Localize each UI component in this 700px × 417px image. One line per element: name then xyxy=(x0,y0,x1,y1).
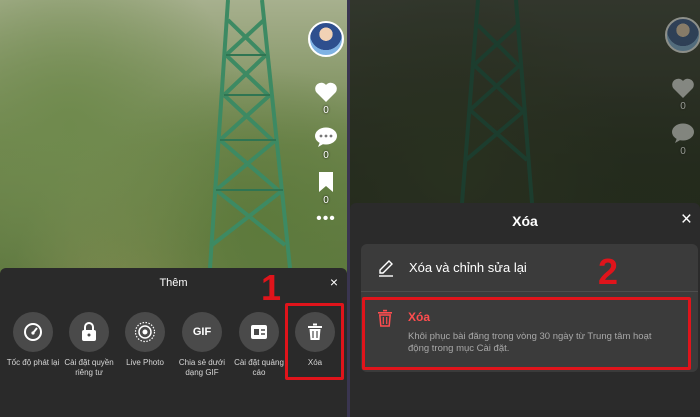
heart-icon xyxy=(672,78,694,98)
avatar[interactable] xyxy=(308,21,344,57)
option-label: Cài đặt quyền riêng tư xyxy=(64,358,114,377)
option-label: Chia sẻ dưới dạng GIF xyxy=(178,358,226,377)
sheet-title: Xóa xyxy=(512,213,538,229)
comment-icon xyxy=(315,127,337,147)
right-screen: 0 0 Xóa × Xóa và chỉnh sửa lại Xóa Khôi … xyxy=(350,0,700,417)
tower-image xyxy=(208,0,292,268)
side-action-bar: 0 0 0 ••• xyxy=(306,21,346,228)
comment-count: 0 xyxy=(323,150,329,161)
option-share-gif[interactable]: GIF Chia sẻ dưới dạng GIF xyxy=(174,312,230,378)
delete-and-edit-option[interactable]: Xóa và chỉnh sửa lại xyxy=(361,244,698,292)
option-privacy-settings[interactable]: Cài đặt quyền riêng tư xyxy=(61,312,117,378)
side-action-bar: 0 0 xyxy=(663,17,700,157)
close-icon[interactable]: × xyxy=(330,274,338,290)
step-number-1: 1 xyxy=(261,267,282,308)
option-label: Cài đặt quảng cáo xyxy=(234,358,284,377)
sheet-title: Thêm xyxy=(159,277,188,289)
comment-icon xyxy=(672,123,694,143)
delete-and-edit-label: Xóa và chỉnh sửa lại xyxy=(409,260,527,275)
save-button[interactable]: 0 xyxy=(317,171,335,206)
like-count: 0 xyxy=(323,105,329,116)
like-button[interactable]: 0 xyxy=(671,77,695,112)
live-photo-icon xyxy=(125,312,165,352)
left-screen: 0 0 0 ••• Thêm × Tốc độ phát lại Cài đặt… xyxy=(0,0,347,417)
highlight-delete-option xyxy=(285,303,344,380)
option-label: Tốc độ phát lại xyxy=(6,358,60,367)
option-playback-speed[interactable]: Tốc độ phát lại xyxy=(5,312,61,368)
gif-icon: GIF xyxy=(182,312,222,352)
ad-settings-icon xyxy=(239,312,279,352)
like-button[interactable]: 0 xyxy=(314,81,338,116)
bookmark-icon xyxy=(319,172,333,192)
more-icon[interactable]: ••• xyxy=(316,210,336,228)
comment-count: 0 xyxy=(680,146,686,157)
highlight-delete-option xyxy=(362,297,691,370)
heart-icon xyxy=(315,82,337,102)
lock-icon xyxy=(69,312,109,352)
close-icon[interactable]: × xyxy=(681,209,692,231)
step-number-2: 2 xyxy=(598,251,619,292)
avatar[interactable] xyxy=(665,17,700,53)
option-live-photo[interactable]: Live Photo xyxy=(117,312,173,368)
comment-button[interactable]: 0 xyxy=(671,122,695,157)
option-label: Live Photo xyxy=(126,358,164,367)
speed-icon xyxy=(13,312,53,352)
option-ad-settings[interactable]: Cài đặt quảng cáo xyxy=(231,312,287,378)
like-count: 0 xyxy=(680,101,686,112)
save-count: 0 xyxy=(323,195,329,206)
pencil-icon xyxy=(379,259,393,277)
comment-button[interactable]: 0 xyxy=(314,126,338,161)
